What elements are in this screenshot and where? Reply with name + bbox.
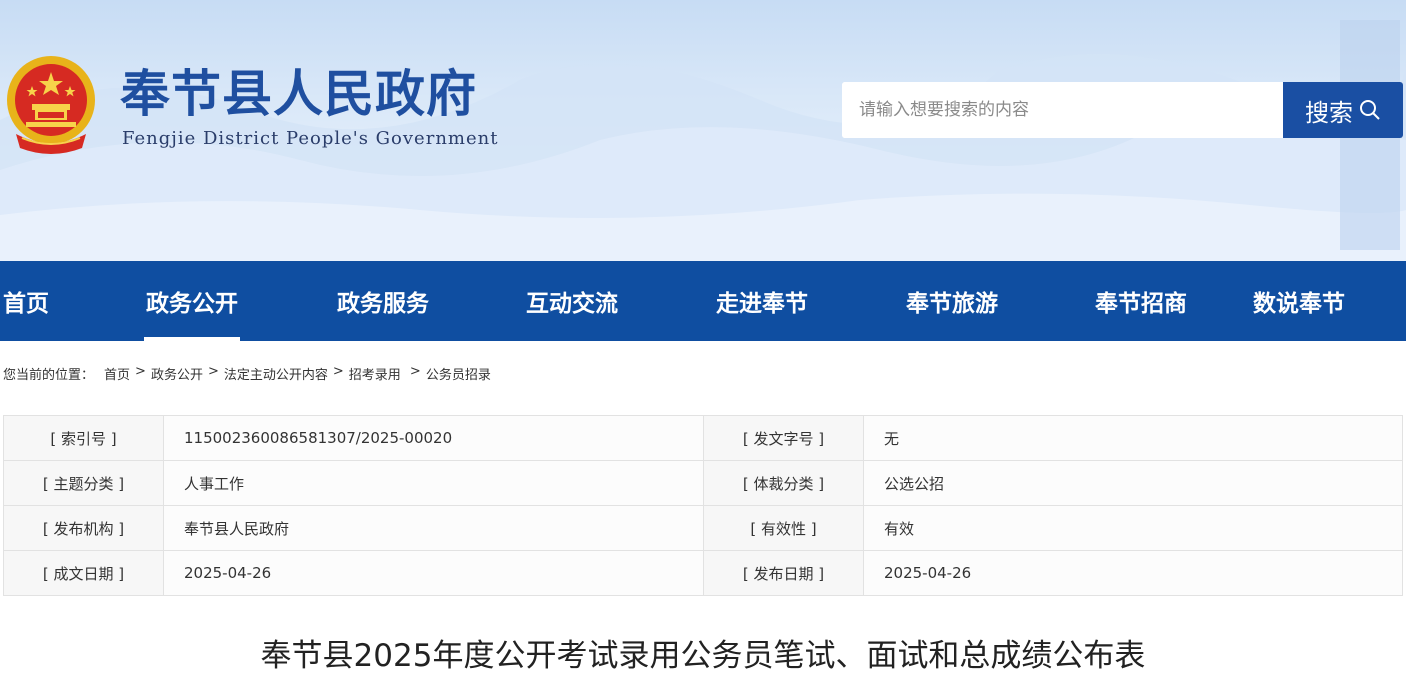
nav-item-gov-affairs-public[interactable]: 政务公开	[52, 261, 332, 341]
search-icon	[1360, 100, 1380, 120]
search-bar: 搜索	[842, 82, 1403, 138]
breadcrumb-item[interactable]: 政务公开	[151, 364, 203, 383]
breadcrumb: 您当前的位置： 首页 > 政务公开 > 法定主动公开内容 > 招考录用 > 公务…	[3, 364, 491, 383]
nav-item-label: 首页	[3, 291, 49, 317]
info-value: 奉节县人民政府	[163, 505, 704, 551]
info-label: [ 主题分类 ]	[3, 460, 164, 506]
info-label: [ 索引号 ]	[3, 415, 164, 461]
breadcrumb-item[interactable]: 公务员招录	[426, 364, 491, 383]
info-value: 公选公招	[863, 460, 1403, 506]
table-row: [ 成文日期 ] 2025-04-26 [ 发布日期 ] 2025-04-26	[3, 550, 1403, 596]
nav-item-label: 数说奉节	[1253, 291, 1345, 317]
article-title: 奉节县2025年度公开考试录用公务员笔试、面试和总成绩公布表	[260, 638, 1146, 674]
nav-item-gov-services[interactable]: 政务服务	[332, 261, 434, 341]
nav-item-tourism[interactable]: 奉节旅游	[814, 261, 1090, 341]
info-value: 无	[863, 415, 1403, 461]
nav-item-label: 奉节招商	[1095, 291, 1187, 317]
info-label: [ 发布日期 ]	[703, 550, 864, 596]
info-label: [ 体裁分类 ]	[703, 460, 864, 506]
nav-item-label: 互动交流	[526, 291, 618, 317]
nav-item-label: 奉节旅游	[906, 291, 998, 317]
nav-item-label: 政务服务	[337, 291, 429, 317]
nav-item-label: 政务公开	[146, 291, 238, 317]
site-title[interactable]: 奉节县人民政府	[120, 64, 477, 124]
nav-item-interaction[interactable]: 互动交流	[434, 261, 710, 341]
info-label: [ 发布机构 ]	[3, 505, 164, 551]
site-subtitle: Fengjie District People's Government	[122, 128, 499, 149]
breadcrumb-item[interactable]: 首页	[104, 364, 130, 383]
table-row: [ 主题分类 ] 人事工作 [ 体裁分类 ] 公选公招	[3, 460, 1403, 506]
search-button-label: 搜索	[1305, 98, 1353, 127]
breadcrumb-separator: >	[405, 364, 421, 379]
breadcrumb-item[interactable]: 招考录用	[349, 364, 401, 383]
info-value: 2025-04-26	[863, 550, 1403, 596]
breadcrumb-prefix: 您当前的位置：	[3, 368, 95, 383]
breadcrumb-separator: >	[207, 364, 219, 379]
breadcrumb-item[interactable]: 法定主动公开内容	[224, 364, 328, 383]
document-info-table: [ 索引号 ] 115002360086581307/2025-00020 [ …	[3, 415, 1403, 596]
info-label: [ 有效性 ]	[703, 505, 864, 551]
info-value: 有效	[863, 505, 1403, 551]
breadcrumb-separator: >	[135, 364, 146, 379]
info-value: 2025-04-26	[163, 550, 704, 596]
info-value: 115002360086581307/2025-00020	[163, 415, 704, 461]
table-row: [ 索引号 ] 115002360086581307/2025-00020 [ …	[3, 415, 1403, 461]
nav-item-label: 走进奉节	[716, 291, 808, 317]
info-label: [ 发文字号 ]	[703, 415, 864, 461]
search-input[interactable]	[842, 82, 1283, 138]
national-emblem-icon[interactable]	[2, 52, 100, 156]
nav-item-about-fengjie[interactable]: 走进奉节	[710, 261, 814, 341]
header-banner: 奉节县人民政府 Fengjie District People's Govern…	[0, 0, 1406, 261]
nav-item-home[interactable]: 首页	[0, 261, 52, 341]
main-nav: 首页 政务公开 政务服务 互动交流 走进奉节 奉节旅游 奉节招商 数说奉节	[0, 261, 1406, 341]
nav-item-investment[interactable]: 奉节招商	[1090, 261, 1192, 341]
info-value: 人事工作	[163, 460, 704, 506]
info-label: [ 成文日期 ]	[3, 550, 164, 596]
nav-item-data-fengjie[interactable]: 数说奉节	[1192, 261, 1406, 341]
search-button[interactable]: 搜索	[1283, 82, 1403, 138]
table-row: [ 发布机构 ] 奉节县人民政府 [ 有效性 ] 有效	[3, 505, 1403, 551]
breadcrumb-separator: >	[332, 364, 344, 379]
